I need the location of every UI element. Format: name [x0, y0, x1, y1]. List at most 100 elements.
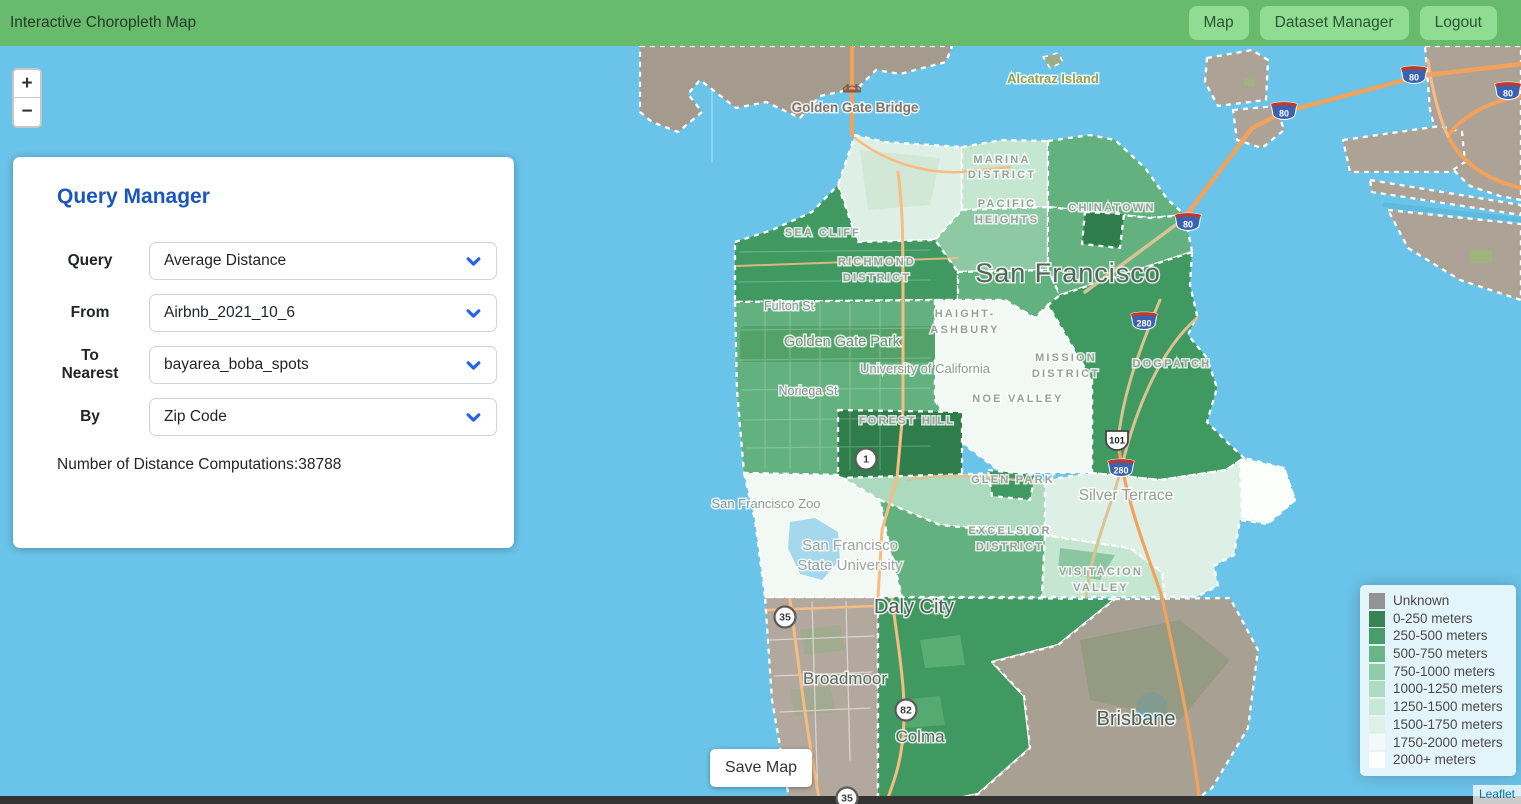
svg-text:280: 280: [1136, 319, 1151, 329]
shield-82: 82: [896, 700, 917, 721]
svg-text:280: 280: [1113, 466, 1128, 476]
shield-35: 35: [775, 607, 796, 628]
map-label: EXCELSIOR: [968, 525, 1051, 537]
region-chinatown-nob-hill[interactable]: [1082, 212, 1124, 248]
query-row-label: From: [44, 304, 136, 322]
nav-button-map[interactable]: Map: [1189, 6, 1249, 40]
svg-text:35: 35: [841, 793, 853, 804]
map-label: Colma: [895, 727, 945, 746]
legend-row: 250-500 meters: [1369, 627, 1507, 645]
legend-label: 1750-2000 meters: [1393, 734, 1503, 752]
map-label: HAIGHT-: [935, 308, 996, 320]
navbar-buttons: Map Dataset Manager Logout: [1189, 6, 1521, 40]
legend-row: 1750-2000 meters: [1369, 734, 1507, 752]
map-label: DISTRICT: [968, 169, 1036, 181]
query-row: From Airbnb_2021_10_6: [44, 294, 497, 332]
shield-101: 101: [1106, 431, 1128, 450]
chevron-down-icon: [465, 357, 482, 374]
query-row-label: Query: [44, 252, 136, 270]
app-title: Interactive Choropleth Map: [10, 14, 196, 32]
tile-edge-strip: [0, 796, 1521, 804]
legend-label: 1250-1500 meters: [1393, 698, 1503, 716]
map-label: FOREST HILL: [859, 415, 955, 427]
shield-280: 280: [1108, 459, 1134, 476]
legend-row: Unknown: [1369, 592, 1507, 610]
legend-label: 500-750 meters: [1393, 645, 1488, 663]
nav-button-dataset-manager[interactable]: Dataset Manager: [1260, 6, 1409, 40]
map-label: SEA CLIFF: [785, 227, 861, 239]
legend-label: 1500-1750 meters: [1393, 716, 1503, 734]
shield-80: 80: [1271, 102, 1297, 119]
legend-swatch: [1369, 611, 1385, 627]
svg-text:35: 35: [779, 612, 791, 624]
save-map-button[interactable]: Save Map: [710, 749, 812, 787]
svg-text:80: 80: [1183, 220, 1193, 230]
legend-swatch: [1369, 734, 1385, 750]
map-label: Daly City: [874, 596, 954, 618]
zoom-in-button[interactable]: +: [14, 70, 40, 98]
select-to-nearest[interactable]: bayarea_boba_spots: [149, 346, 497, 384]
zoom-out-button[interactable]: −: [14, 98, 40, 126]
legend-label: 1000-1250 meters: [1393, 680, 1503, 698]
chevron-down-icon: [465, 409, 482, 426]
select-from[interactable]: Airbnb_2021_10_6: [149, 294, 497, 332]
map-label: MISSION: [1035, 352, 1097, 364]
zoom-control: + −: [12, 68, 42, 128]
map-label: DISTRICT: [976, 541, 1044, 553]
legend-row: 750-1000 meters: [1369, 663, 1507, 681]
map-label: PACIFIC: [978, 198, 1037, 210]
select-value: bayarea_boba_spots: [164, 356, 465, 374]
svg-text:80: 80: [1279, 109, 1289, 119]
shield-80: 80: [1175, 213, 1201, 230]
legend-swatch: [1369, 664, 1385, 680]
query-row: To Nearest bayarea_boba_spots: [44, 346, 497, 384]
svg-text:80: 80: [1409, 73, 1419, 83]
shield-35: 35: [837, 788, 858, 804]
map-label: State University: [797, 557, 903, 574]
select-by[interactable]: Zip Code: [149, 398, 497, 436]
map-label: Alcatraz Island: [1007, 71, 1099, 86]
legend-row: 500-750 meters: [1369, 645, 1507, 663]
legend-swatch: [1369, 646, 1385, 662]
query-manager-rows: Query Average Distance From Airbnb_2021_10_…: [44, 242, 497, 436]
map-label: San Francisco: [802, 537, 898, 554]
map-label: Noriega St: [778, 384, 838, 398]
legend-row: 0-250 meters: [1369, 610, 1507, 628]
map-label: DOGPATCH: [1133, 358, 1212, 370]
legend-label: 2000+ meters: [1393, 751, 1476, 769]
nav-button-logout[interactable]: Logout: [1420, 6, 1497, 40]
legend-row: 1000-1250 meters: [1369, 680, 1507, 698]
map-label: Broadmoor: [803, 669, 887, 688]
legend-label: 250-500 meters: [1393, 627, 1488, 645]
query-row-label: To Nearest: [44, 347, 136, 383]
map-label: VALLEY: [1073, 582, 1129, 594]
shield-80: 80: [1495, 82, 1521, 99]
map-label: VISITACION: [1059, 566, 1143, 578]
legend-row: 1250-1500 meters: [1369, 698, 1507, 716]
map-label: DISTRICT: [843, 272, 911, 284]
query-row: Query Average Distance: [44, 242, 497, 280]
shield-80: 80: [1401, 66, 1427, 83]
map-label: HEIGHTS: [975, 214, 1039, 226]
region-treasure-island[interactable]: [1205, 50, 1268, 106]
map-label: RICHMOND: [838, 256, 916, 268]
map-label: San Francisco: [975, 258, 1161, 288]
map-label: Golden Gate Bridge: [792, 100, 919, 115]
map-label: NOE VALLEY: [972, 393, 1063, 405]
query-manager-panel: Query Manager QueryAverage DistanceFromA…: [13, 157, 514, 548]
svg-text:101: 101: [1109, 435, 1126, 446]
leaflet-link[interactable]: Leaflet: [1479, 787, 1515, 801]
shield-280: 280: [1131, 312, 1157, 329]
legend-row: 1500-1750 meters: [1369, 716, 1507, 734]
map-label: San Francisco Zoo: [711, 496, 820, 511]
map-label: CHINATOWN: [1068, 202, 1155, 214]
query-row-label: By: [44, 408, 136, 426]
chevron-down-icon: [465, 253, 482, 270]
select-query[interactable]: Average Distance: [149, 242, 497, 280]
legend-swatch: [1369, 681, 1385, 697]
legend-row: 2000+ meters: [1369, 751, 1507, 769]
query-row: By Zip Code: [44, 398, 497, 436]
map-label: University of California: [860, 361, 991, 376]
leaflet-attribution[interactable]: Leaflet: [1473, 785, 1521, 804]
map-label: Golden Gate Park: [784, 334, 901, 350]
